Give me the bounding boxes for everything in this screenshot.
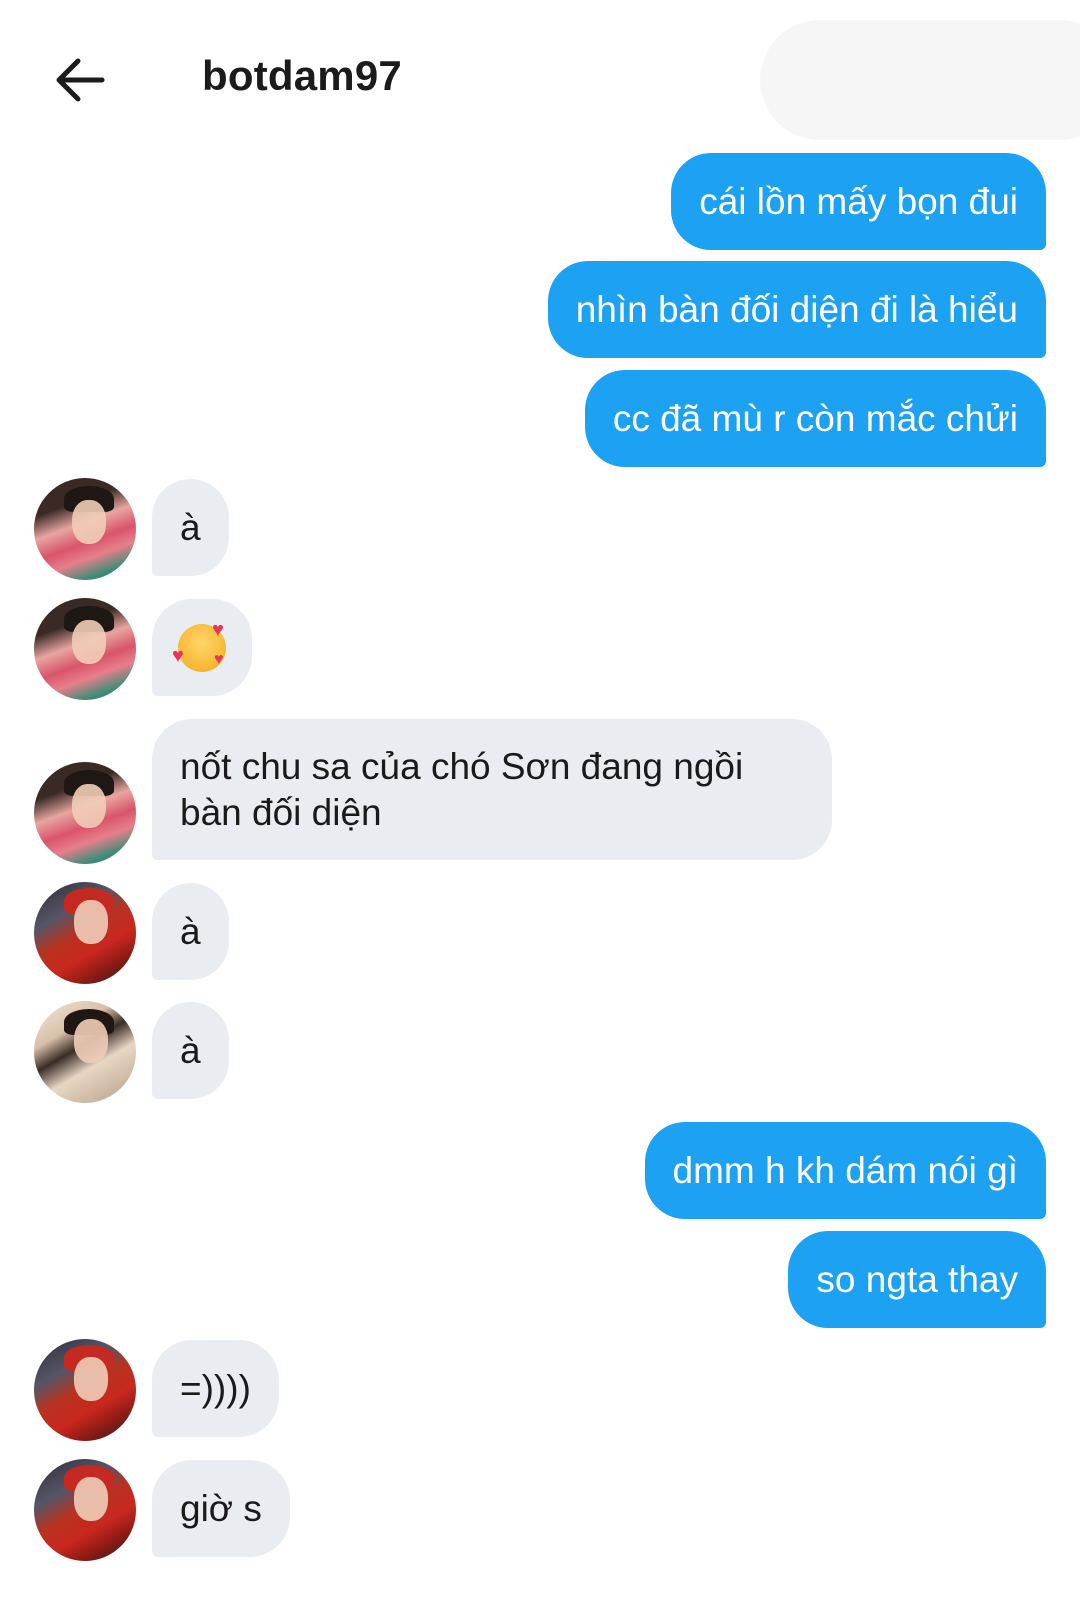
message-bubble-outgoing[interactable]: dmm h kh dám nói gì [644,1122,1046,1219]
avatar[interactable] [34,762,136,864]
message-bubble-incoming[interactable]: nốt chu sa của chó Sơn đang ngồi bàn đối… [152,719,832,860]
conversation-title[interactable]: botdam97 [202,52,402,100]
back-button[interactable] [44,48,116,112]
message-text-line: nốt chu sa của chó Sơn đang ngồi [180,745,744,787]
avatar[interactable] [34,478,136,580]
message-text: nhìn bàn đối diện đi là hiểu [575,288,1018,330]
message-text: giờ s [180,1487,262,1529]
message-bubble-outgoing[interactable]: cái lồn mấy bọn đui [671,153,1046,250]
header-decoration [760,20,1080,140]
message-text: à [180,506,201,548]
message-bubble-incoming[interactable]: à [152,479,229,576]
avatar[interactable] [34,1459,136,1561]
message-text: cái lồn mấy bọn đui [699,180,1018,222]
smiling-face-with-hearts-emoji: ♥ ♥ ♥ [172,620,226,672]
message-text: à [180,910,201,952]
message-bubble-incoming[interactable]: ♥ ♥ ♥ [152,599,252,696]
avatar[interactable] [34,1339,136,1441]
message-bubble-incoming[interactable]: =)))) [152,1340,279,1437]
avatar[interactable] [34,1001,136,1103]
message-bubble-incoming[interactable]: à [152,883,229,980]
message-text: dmm h kh dám nói gì [672,1149,1018,1191]
chat-header: botdam97 [0,0,1080,140]
message-bubble-incoming[interactable]: giờ s [152,1460,290,1557]
message-text: cc đã mù r còn mắc chửi [612,397,1018,439]
arrow-left-icon [56,58,105,102]
chat-screen: botdam97 cái lồn mấy bọn đui nhìn bàn đố… [0,0,1080,1620]
message-text-line: bàn đối diện [180,791,382,833]
message-bubble-incoming[interactable]: à [152,1002,229,1099]
message-bubble-outgoing[interactable]: so ngta thay [788,1231,1046,1328]
avatar[interactable] [34,882,136,984]
message-bubble-outgoing[interactable]: nhìn bàn đối diện đi là hiểu [547,261,1046,358]
message-text: so ngta thay [816,1258,1018,1300]
message-text: à [180,1029,201,1071]
message-text: =)))) [180,1367,251,1409]
avatar[interactable] [34,598,136,700]
message-bubble-outgoing[interactable]: cc đã mù r còn mắc chửi [584,370,1046,467]
